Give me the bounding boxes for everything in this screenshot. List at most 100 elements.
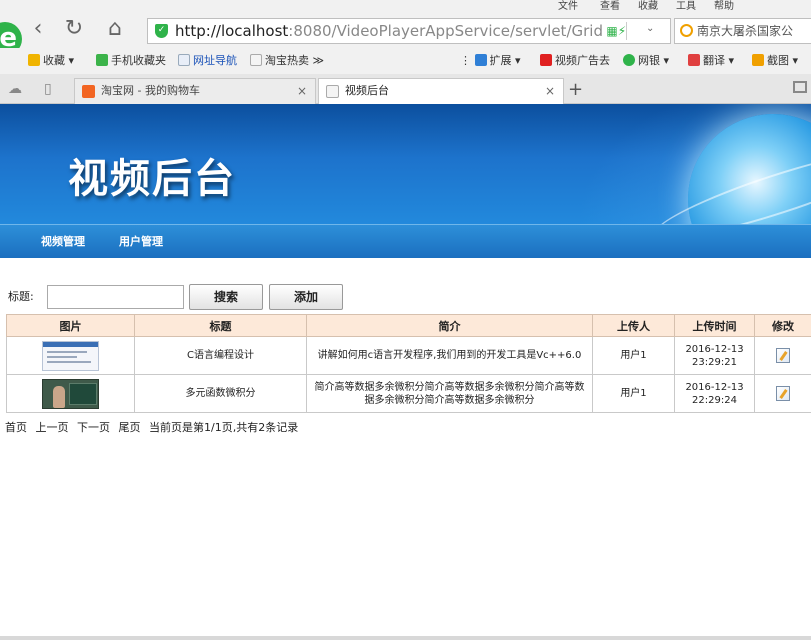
browser-toolbar: e ‹ ↻ ⌂ ✓ http://localhost:8080/VideoPla… [0, 14, 811, 56]
cell-upload-time: 2016-12-13 22:29:24 [674, 374, 755, 413]
status-bar [0, 636, 811, 640]
cell-edit [754, 374, 811, 413]
pager-next[interactable]: 下一页 [77, 421, 110, 434]
ext-video-ad[interactable]: 视频广告去 [540, 48, 610, 74]
page-icon [178, 54, 190, 66]
address-url[interactable]: http://localhost:8080/VideoPlayerAppServ… [175, 19, 603, 43]
bookmark-favorites[interactable]: 收藏 ▾ [28, 48, 74, 74]
play-icon [540, 54, 552, 66]
col-header-title: 标题 [134, 314, 307, 337]
cell-thumbnail [6, 374, 135, 413]
browser-menubar: 文件 查看 收藏 工具 帮助 [0, 0, 811, 14]
col-header-image: 图片 [6, 314, 135, 337]
thumbnail-blackboard [69, 382, 97, 405]
lightning-icon[interactable]: ⚡ [614, 23, 630, 39]
pager-first[interactable]: 首页 [5, 421, 27, 434]
title-search-input[interactable] [47, 285, 184, 309]
tab-taobao-cart[interactable]: 淘宝网 - 我的购物车 × [74, 78, 316, 104]
ext-screenshot[interactable]: 截图 ▾ [752, 48, 798, 74]
pager-prev[interactable]: 上一页 [36, 421, 69, 434]
new-tab-button[interactable]: + [568, 78, 583, 102]
browser-search-box[interactable]: 南京大屠杀国家公 [674, 18, 811, 44]
site-title: 视频后台 [68, 156, 236, 202]
bookmarks-bar: 收藏 ▾ 手机收藏夹 网址导航 淘宝热卖 ≫ ⋮ 扩展 ▾ 视频广告去 网银 ▾… [0, 48, 811, 74]
tab-label: 淘宝网 - 我的购物车 [101, 84, 200, 97]
bookmark-navigation[interactable]: 网址导航 [178, 48, 237, 74]
table-row: C语言编程设计 讲解如何用c语言开发程序,我们用到的开发工具是Vc++6.0 用… [6, 336, 811, 375]
star-icon [28, 54, 40, 66]
address-bar[interactable]: ✓ http://localhost:8080/VideoPlayerAppSe… [147, 18, 671, 44]
pager-info: 当前页是第1/1页,共有2条记录 [149, 421, 299, 434]
nav-user-management[interactable]: 用户管理 [119, 225, 163, 259]
cell-title: C语言编程设计 [134, 336, 307, 375]
col-header-edit: 修改 [754, 314, 811, 337]
browser-search-text[interactable]: 南京大屠杀国家公 [697, 19, 793, 43]
grid-icon [474, 54, 487, 66]
menu-help[interactable]: 帮助 [714, 0, 734, 14]
cell-title: 多元函数微积分 [134, 374, 307, 413]
col-header-intro: 简介 [306, 314, 593, 337]
thumbnail-person [53, 385, 65, 408]
header-banner: 视频后台 [0, 104, 811, 224]
cell-intro: 简介高等数据多余微积分简介高等数据多余微积分简介高等数据多余微积分简介高等数据多… [306, 374, 593, 413]
edit-icon[interactable] [776, 386, 790, 401]
main-nav: 视频管理 用户管理 [0, 224, 811, 258]
edit-icon[interactable] [776, 348, 790, 363]
col-header-uploader: 上传人 [592, 314, 675, 337]
menu-favorites[interactable]: 收藏 [638, 0, 658, 14]
upload-clock: 22:29:24 [692, 394, 737, 406]
table-row: 多元函数微积分 简介高等数据多余微积分简介高等数据多余微积分简介高等数据多余微积… [6, 374, 811, 413]
video-thumbnail[interactable] [42, 340, 99, 371]
search-row: 标题: 搜索 添加 [0, 284, 811, 310]
title-search-label: 标题: [8, 290, 34, 303]
bank-icon [623, 54, 635, 66]
refresh-icon[interactable]: ↻ [62, 18, 86, 42]
pagination: 首页 上一页 下一页 尾页 当前页是第1/1页,共有2条记录 [5, 419, 303, 435]
page-icon [250, 54, 262, 66]
bookmark-mobile[interactable]: 手机收藏夹 [96, 48, 166, 74]
tab-label: 视频后台 [345, 84, 389, 97]
menu-view[interactable]: 查看 [600, 0, 620, 14]
video-thumbnail[interactable] [42, 378, 99, 409]
thumbnail-line [47, 355, 77, 358]
search-engine-icon [680, 24, 693, 37]
menu-file[interactable]: 文件 [558, 0, 578, 14]
home-icon[interactable]: ⌂ [103, 18, 127, 42]
cell-uploader: 用户1 [592, 336, 675, 375]
ext-expand[interactable]: ⋮ 扩展 ▾ [460, 48, 521, 74]
back-icon[interactable]: ‹ [26, 18, 50, 42]
thumbnail-titlebar [43, 341, 98, 347]
search-button[interactable]: 搜索 [189, 284, 263, 310]
taobao-icon [82, 85, 95, 98]
tab-video-admin[interactable]: 视频后台 × [318, 78, 564, 105]
menu-tools[interactable]: 工具 [676, 0, 696, 14]
table-header-row: 图片 标题 简介 上传人 上传时间 修改 [6, 314, 811, 337]
phone-icon[interactable]: ▯ [44, 81, 52, 97]
thumbnail-line [47, 350, 87, 353]
cell-intro: 讲解如何用c语言开发程序,我们用到的开发工具是Vc++6.0 [306, 336, 593, 375]
bookmark-taobao-hot[interactable]: 淘宝热卖 ≫ [250, 48, 324, 74]
cell-edit [754, 336, 811, 375]
close-icon[interactable]: × [297, 79, 307, 103]
upload-clock: 23:29:21 [692, 356, 737, 368]
ext-translate[interactable]: 翻译 ▾ [688, 48, 734, 74]
video-table: 图片 标题 简介 上传人 上传时间 修改 C语言编程设计 讲解如何用c语言开发程… [6, 314, 811, 413]
phone-icon [96, 54, 108, 66]
cloud-icon[interactable]: ☁ [8, 81, 22, 97]
thumbnail-line [47, 360, 91, 363]
page-icon [326, 85, 339, 98]
security-shield-icon: ✓ [155, 24, 168, 38]
cell-upload-time: 2016-12-13 23:29:21 [674, 336, 755, 375]
restore-window-icon[interactable] [793, 81, 807, 93]
nav-video-management[interactable]: 视频管理 [41, 225, 85, 259]
tab-bar: ☁ ▯ 淘宝网 - 我的购物车 × 视频后台 × + [0, 74, 811, 105]
cell-thumbnail [6, 336, 135, 375]
ext-bank[interactable]: 网银 ▾ [623, 48, 669, 74]
upload-date: 2016-12-13 [685, 381, 744, 393]
close-icon[interactable]: × [545, 79, 555, 103]
col-header-upload-time: 上传时间 [674, 314, 755, 337]
cell-uploader: 用户1 [592, 374, 675, 413]
add-button[interactable]: 添加 [269, 284, 343, 310]
pager-last[interactable]: 尾页 [119, 421, 141, 434]
chevron-down-icon[interactable]: ⌄ [646, 23, 654, 34]
